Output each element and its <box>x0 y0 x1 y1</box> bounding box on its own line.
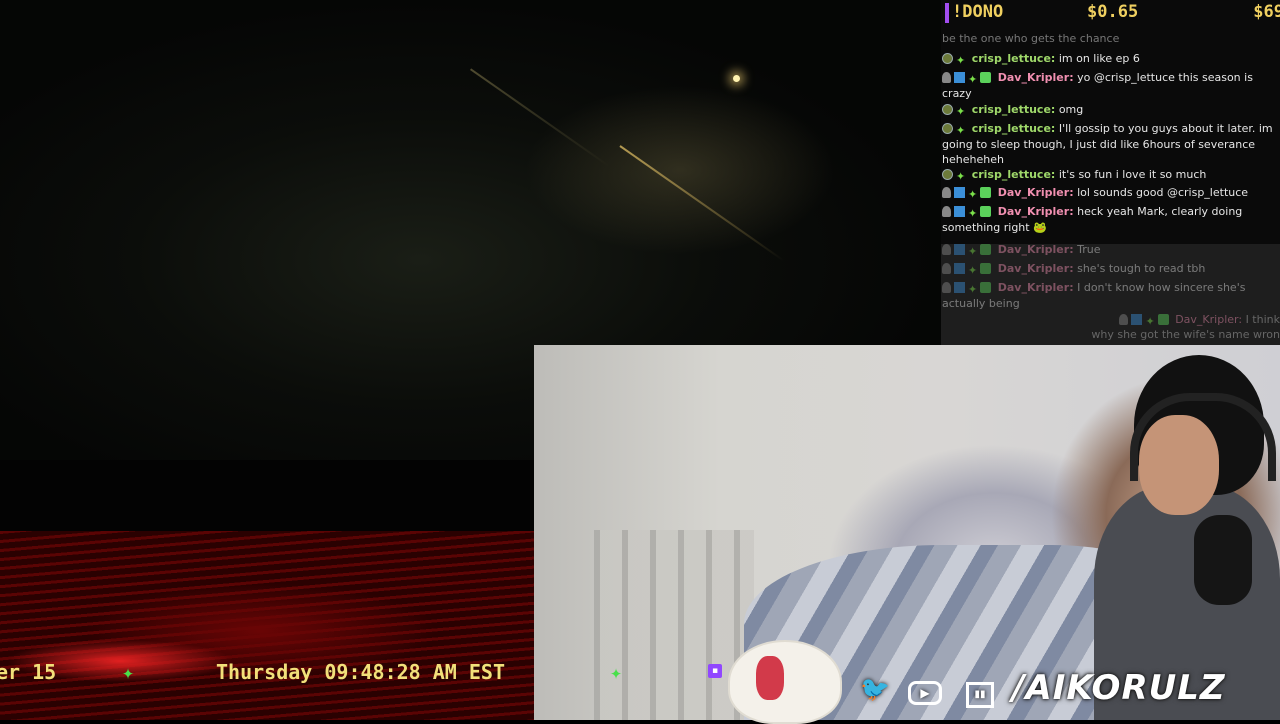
blue-badge-icon <box>954 187 965 198</box>
headset-icon <box>1130 393 1276 481</box>
dono-goal: $69 <box>1253 2 1280 22</box>
social-bar: ▪ 🐦 ▶ ▮▮ /AIKORULZ <box>700 640 1280 724</box>
chat-faded-message: be the one who gets the chance <box>942 32 1120 45</box>
sparkle-icon: ✦ <box>122 660 135 684</box>
sparkle-badge-icon: ✦ <box>968 73 978 86</box>
sparkle-icon: ✦ <box>610 660 623 684</box>
twitter-icon[interactable]: 🐦 <box>856 674 894 704</box>
mascot-icon <box>728 640 842 724</box>
sparkle-badge-icon: ✦ <box>956 124 966 137</box>
dono-accent-bar <box>945 3 949 23</box>
chat-username[interactable]: Dav_Kripler: <box>998 205 1074 218</box>
sub-badge-icon <box>980 263 992 274</box>
youtube-icon[interactable]: ▶ <box>906 674 944 705</box>
chat-text: omg <box>1058 103 1084 116</box>
sparkle-badge-icon: ✦ <box>1145 315 1155 328</box>
person-badge-icon <box>942 187 951 198</box>
twitch-small-icon: ▪ <box>708 664 722 678</box>
sub-badge-icon <box>980 244 992 255</box>
sub-badge-icon <box>980 72 992 83</box>
chat-message: ✦ crisp_lettuce: im on like ep 6 <box>942 51 1278 67</box>
chat-username[interactable]: Dav_Kripler: <box>998 243 1074 256</box>
dono-bar: !DONO $0.65 $69 <box>941 0 1280 28</box>
person-badge-icon <box>942 206 951 217</box>
dono-command: !DONO <box>952 2 1004 22</box>
chat-username[interactable]: Dav_Kripler: <box>998 262 1074 275</box>
chat-text: True <box>1077 243 1101 256</box>
person-badge-icon <box>942 282 951 293</box>
chat-message: ✦ Dav_Kripler: lol sounds good @crisp_le… <box>942 185 1278 201</box>
twitch-icon[interactable]: ▮▮ <box>961 674 999 708</box>
video-light-streak <box>470 68 611 168</box>
chat-username[interactable]: crisp_lettuce: <box>972 103 1056 116</box>
chat-username[interactable]: crisp_lettuce: <box>972 122 1056 135</box>
avatar-badge-icon <box>942 123 953 134</box>
sparkle-badge-icon: ✦ <box>968 264 978 277</box>
ticker-date: er 15 <box>0 660 57 684</box>
sparkle-badge-icon: ✦ <box>968 283 978 296</box>
blue-badge-icon <box>954 263 965 274</box>
microphone-icon <box>1194 515 1252 605</box>
sub-badge-icon <box>980 187 992 198</box>
mascot-mouth <box>756 656 784 700</box>
person-badge-icon <box>942 263 951 274</box>
emote-icon: 🐸 <box>1033 220 1047 234</box>
chat-message: ✦ Dav_Kripler: True <box>942 242 1278 258</box>
blue-badge-icon <box>954 206 965 217</box>
chat-text: im on like ep 6 <box>1058 52 1140 65</box>
sub-badge-icon <box>1157 314 1169 325</box>
sparkle-badge-icon: ✦ <box>956 170 966 183</box>
chat-message: ✦ Dav_Kripler: heck yeah Mark, clearly d… <box>942 204 1278 235</box>
sub-badge-icon <box>980 206 992 217</box>
red-ticker-panel <box>0 531 534 720</box>
chat-message: ✦ Dav_Kripler: yo @crisp_lettuce this se… <box>942 70 1278 101</box>
chat-message: ✦ Dav_Kripler: she's tough to read tbh <box>942 261 1278 277</box>
sparkle-badge-icon: ✦ <box>956 105 966 118</box>
blue-badge-icon <box>1131 314 1143 325</box>
sub-badge-icon <box>980 282 992 293</box>
blue-badge-icon <box>954 282 965 293</box>
chat-text-continued: why she got the wife's name wron <box>1091 328 1280 341</box>
chat-panel: !DONO $0.65 $69 be the one who gets the … <box>941 0 1280 345</box>
ticker-day-time: Thursday 09:48:28 AM EST <box>216 660 505 684</box>
chat-text: lol sounds good @crisp_lettuce <box>1077 186 1249 199</box>
avatar-badge-icon <box>942 53 953 64</box>
chat-message: ✦ crisp_lettuce: it's so fun i love it s… <box>942 167 1278 183</box>
chat-message: ✦ Dav_Kripler: I don't know how sincere … <box>942 280 1278 311</box>
chat-username[interactable]: Dav_Kripler: <box>998 281 1074 294</box>
sparkle-badge-icon: ✦ <box>968 245 978 258</box>
chat-username[interactable]: crisp_lettuce: <box>972 168 1056 181</box>
person-badge-icon <box>1119 314 1129 325</box>
sparkle-badge-icon: ✦ <box>968 207 978 220</box>
blue-badge-icon <box>954 72 965 83</box>
person-badge-icon <box>942 72 951 83</box>
date-time-ticker: er 15 ✦ Thursday 09:48:28 AM EST ✦ <box>0 660 640 688</box>
chat-text: she's tough to read tbh <box>1077 262 1206 275</box>
sparkle-badge-icon: ✦ <box>968 188 978 201</box>
social-handle: /AIKORULZ <box>1012 668 1226 708</box>
chat-message: ✦ crisp_lettuce: omg <box>942 102 1278 118</box>
sparkle-badge-icon: ✦ <box>956 54 966 67</box>
chat-username[interactable]: crisp_lettuce: <box>972 52 1056 65</box>
video-lamp-glow <box>733 75 740 82</box>
video-light-rim <box>619 145 785 262</box>
person-badge-icon <box>942 244 951 255</box>
chat-text: it's so fun i love it so much <box>1058 168 1207 181</box>
chat-overlay-message: ✦ Dav_Kripler: I think why she got the w… <box>1090 312 1280 342</box>
chat-username[interactable]: Dav_Kripler: <box>998 186 1074 199</box>
avatar-badge-icon <box>942 104 953 115</box>
blue-badge-icon <box>954 244 965 255</box>
chat-username[interactable]: Dav_Kripler: <box>998 71 1074 84</box>
chat-text: I think <box>1245 313 1280 326</box>
chat-message: ✦ crisp_lettuce: I'll gossip to you guys… <box>942 121 1278 168</box>
chat-username[interactable]: Dav_Kripler: <box>1175 313 1242 326</box>
avatar-badge-icon <box>942 169 953 180</box>
dono-amount: $0.65 <box>1087 2 1139 22</box>
